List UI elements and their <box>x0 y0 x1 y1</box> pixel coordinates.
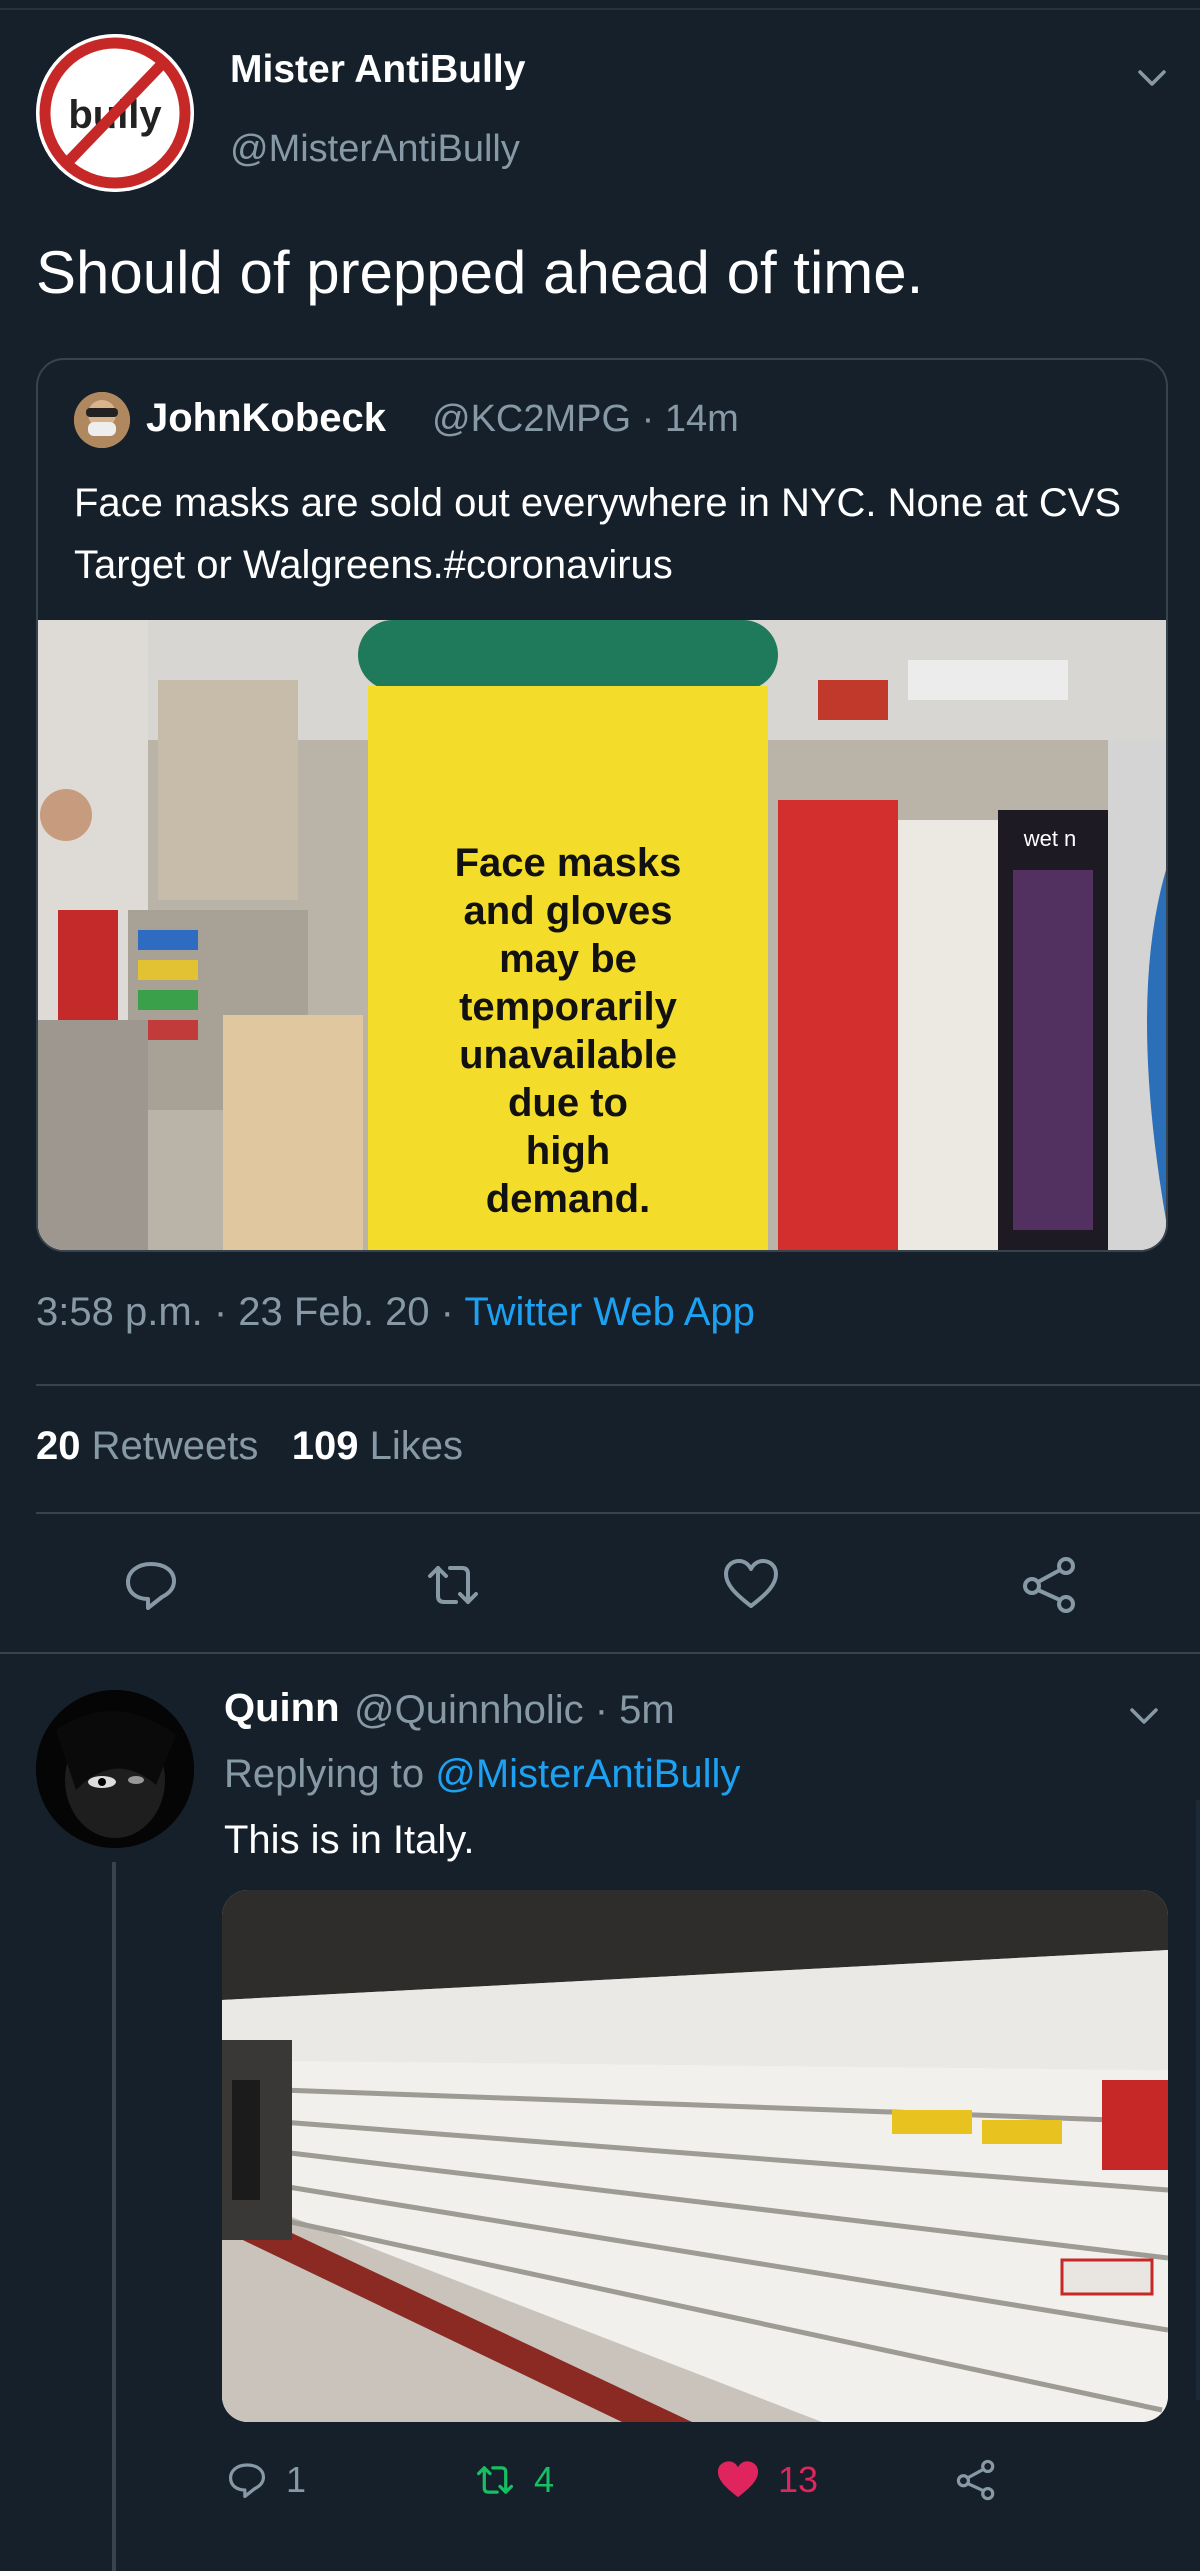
retweet-icon[interactable] <box>418 1550 488 1620</box>
reply-icon[interactable] <box>116 1550 186 1620</box>
sign-line: unavailable <box>459 1033 677 1077</box>
like-count: 13 <box>778 2459 819 2500</box>
scrollbar[interactable] <box>1196 1800 1200 2400</box>
author-avatar[interactable]: bully <box>36 34 194 192</box>
sign-line: may be <box>499 937 637 981</box>
quoted-tweet-text: Face masks are sold out everywhere in NY… <box>74 481 1122 587</box>
reply-photo[interactable] <box>222 1890 1168 2422</box>
likes-count[interactable]: 109 <box>292 1424 359 1468</box>
source-app-link[interactable]: Twitter Web App <box>464 1290 755 1334</box>
likes-label[interactable]: Likes <box>370 1424 463 1468</box>
anti-bully-logo: bully <box>36 34 194 192</box>
sign-line: Face masks <box>455 841 682 885</box>
tweet-text: Should of prepped ahead of time. <box>36 239 924 306</box>
quoted-author-name: JohnKobeck <box>146 396 387 440</box>
tweet-timestamp: 3:58 p.m. · 23 Feb. 20 · Twitter Web App <box>36 1290 755 1334</box>
chevron-down-icon[interactable] <box>1124 1696 1164 1736</box>
reply-icon <box>228 2463 266 2499</box>
quoted-author-avatar <box>74 392 130 448</box>
like-filled-icon <box>717 2461 759 2498</box>
sign-line: high <box>526 1129 610 1173</box>
share-icon[interactable] <box>1016 1550 1086 1620</box>
reply-count: 1 <box>286 2459 307 2500</box>
reply-text: This is in Italy. <box>224 1818 475 1862</box>
reply-reply-action[interactable]: 1 <box>222 2450 306 2510</box>
tweet-divider <box>0 1652 1200 1654</box>
reply-author-name[interactable]: Quinn <box>224 1686 340 1731</box>
divider <box>36 1384 1200 1386</box>
retweet-icon <box>476 2466 514 2494</box>
reply-author-avatar[interactable] <box>36 1690 194 1848</box>
reply-author-handle-time[interactable]: @Quinnholic · 5m <box>354 1688 675 1733</box>
thread-line <box>112 1862 116 2571</box>
shelf-brand-text: wet n <box>1023 826 1077 851</box>
chevron-down-icon[interactable] <box>1132 58 1172 98</box>
quoted-tweet-photo[interactable]: Face masks and gloves may be temporarily… <box>38 620 1166 1250</box>
engagement-stats: 20 Retweets 109 Likes <box>36 1424 463 1469</box>
replying-to: Replying to @MisterAntiBully <box>224 1752 741 1796</box>
like-icon[interactable] <box>716 1550 786 1620</box>
sign-line: due to <box>508 1081 628 1125</box>
retweets-count[interactable]: 20 <box>36 1424 81 1468</box>
top-divider <box>0 8 1200 10</box>
replying-to-mention[interactable]: @MisterAntiBully <box>435 1752 740 1796</box>
divider <box>36 1512 1200 1514</box>
retweets-label[interactable]: Retweets <box>92 1424 259 1468</box>
quoted-author-handle-time: @KC2MPG · 14m <box>432 398 739 440</box>
quoted-tweet[interactable]: JohnKobeck @KC2MPG · 14m Face masks are … <box>36 358 1168 1252</box>
retweet-count: 4 <box>534 2459 555 2500</box>
share-icon <box>956 2459 995 2501</box>
reply-like-action[interactable]: 13 <box>712 2450 818 2510</box>
sign-line: demand. <box>486 1177 650 1221</box>
reply-retweet-action[interactable]: 4 <box>470 2450 554 2510</box>
reply-share-action[interactable] <box>952 2450 1002 2510</box>
author-handle[interactable]: @MisterAntiBully <box>230 128 520 171</box>
sign-line: and gloves <box>464 889 673 933</box>
sign-line: temporarily <box>459 985 678 1029</box>
author-name[interactable]: Mister AntiBully <box>230 48 525 92</box>
